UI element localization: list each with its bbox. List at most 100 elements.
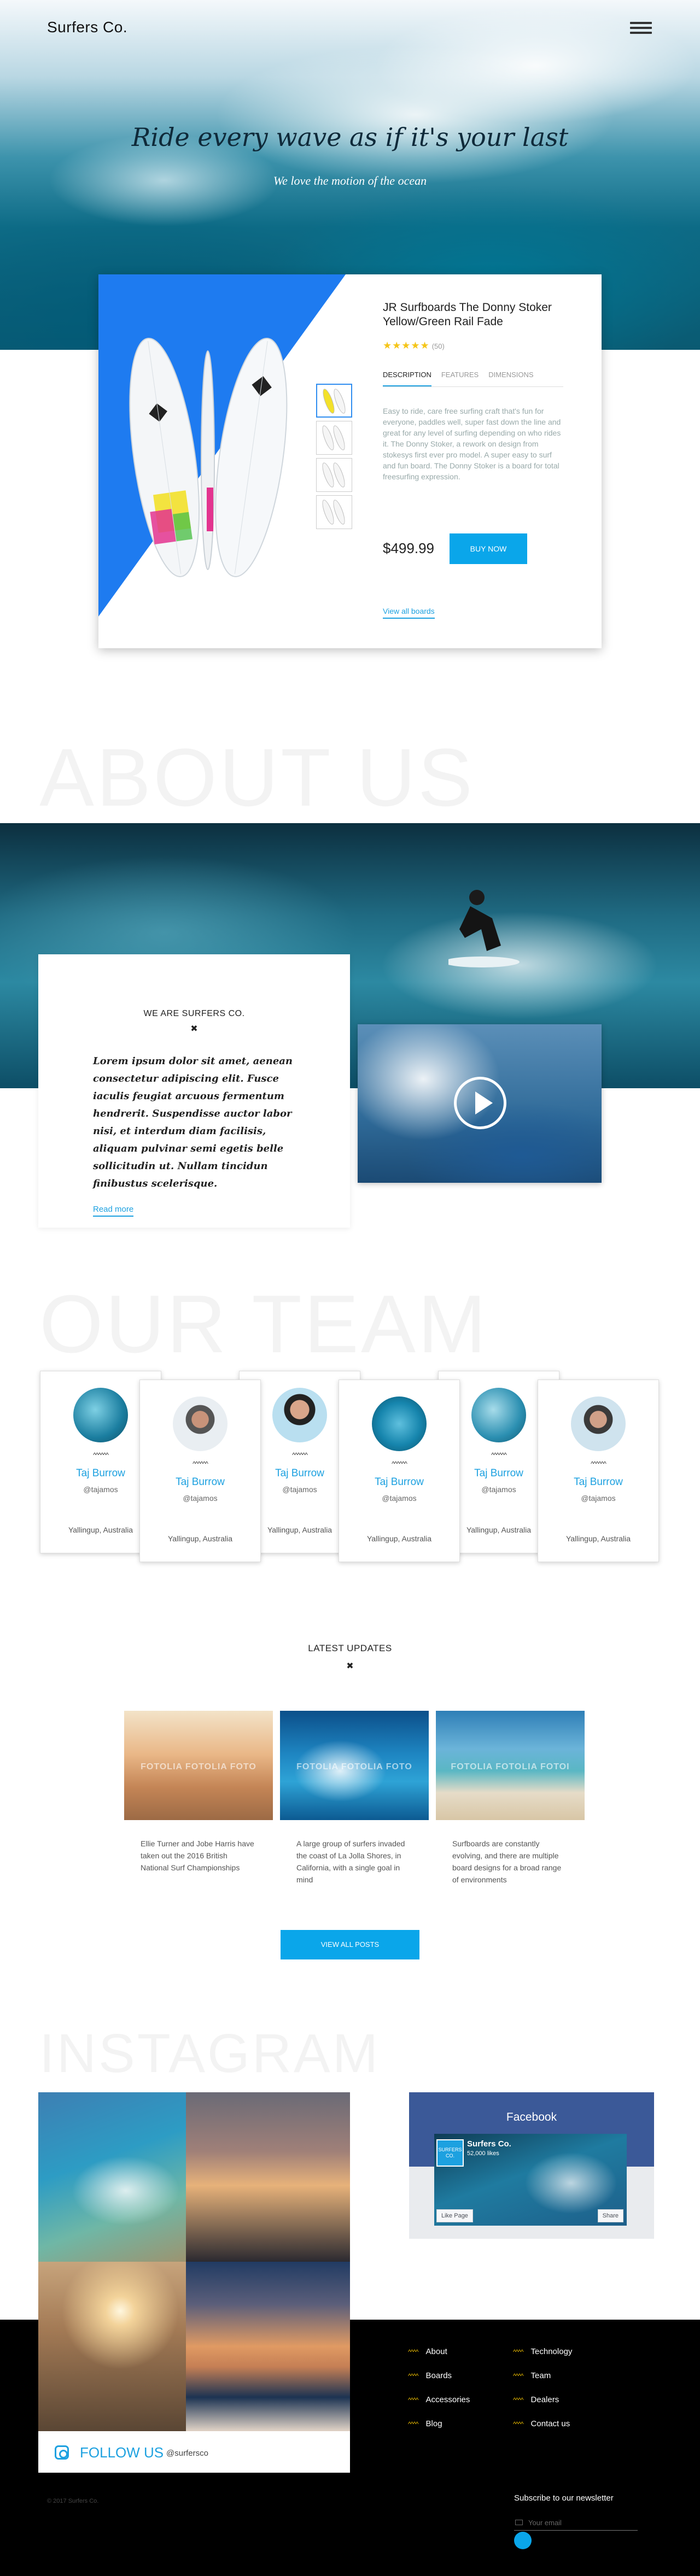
hamburger-icon[interactable]: [630, 22, 652, 36]
about-label: WE ARE SURFERS CO.: [143, 1009, 245, 1018]
wave-icon: ^^^^^^: [192, 1460, 208, 1468]
team-card[interactable]: ^^^^^^ Taj Burrow @tajamos Yallingup, Au…: [339, 1380, 460, 1562]
member-handle: @tajamos: [382, 1494, 417, 1503]
copyright: © 2017 Surfers Co.: [47, 2498, 99, 2504]
surfer-image: [448, 890, 520, 967]
updates-heading: LATEST UPDATES: [308, 1643, 392, 1653]
buy-now-button[interactable]: BUY NOW: [450, 533, 527, 564]
review-count: (50): [431, 342, 445, 350]
footer-link-dealers[interactable]: ^^^^ Dealers: [513, 2395, 559, 2404]
product-title: JR Surfboards The Donny Stoker Yellow/Gr…: [383, 301, 552, 328]
email-field[interactable]: [528, 2516, 632, 2528]
cross-icon: ✖: [346, 1662, 354, 1671]
rating-stars: ★★★★★ (50): [383, 340, 445, 351]
follow-us-link[interactable]: FOLLOW US: [80, 2444, 164, 2461]
thumbnail-3[interactable]: [316, 458, 352, 492]
thumbnail-4[interactable]: [316, 495, 352, 529]
zigzag-icon: ^^^^: [513, 2420, 524, 2428]
member-location: Yallingup, Australia: [167, 1534, 233, 1543]
hero-subtitle: We love the motion of the ocean: [273, 174, 427, 187]
team-card[interactable]: ^^^^^^ Taj Burrow @tajamos Yallingup, Au…: [538, 1380, 659, 1562]
product-price: $499.99: [383, 540, 434, 556]
post-image[interactable]: FOTOLIA FOTOLIA FOTO: [124, 1711, 273, 1820]
zigzag-icon: ^^^^: [513, 2348, 524, 2356]
watermark: FOTOLIA FOTOLIA FOTO: [296, 1762, 412, 1771]
zigzag-icon: ^^^^: [513, 2396, 524, 2404]
instagram-grid: [38, 2092, 350, 2431]
facebook-page-preview[interactable]: SURFERS CO. Surfers Co. 52,000 likes Lik…: [434, 2134, 627, 2226]
thumbnail-2[interactable]: [316, 421, 352, 455]
post-excerpt: Ellie Turner and Jobe Harris have taken …: [141, 1839, 254, 1872]
follow-us-bar: FOLLOW US @surfersco: [38, 2431, 350, 2473]
view-all-boards-link[interactable]: View all boards: [383, 607, 435, 619]
tab-features[interactable]: FEATURES: [441, 371, 479, 386]
instagram-heading: INSTAGRAM: [39, 2023, 381, 2084]
footer-link-label: Blog: [425, 2419, 442, 2428]
about-card: WE ARE SURFERS CO. ✖ Lorem ipsum dolor s…: [38, 954, 350, 1228]
instagram-photo[interactable]: [38, 2262, 186, 2431]
like-page-button[interactable]: Like Page: [436, 2209, 473, 2222]
product-tabs: DESCRIPTION FEATURES DIMENSIONS: [383, 371, 563, 387]
team-card[interactable]: ^^^^^^ Taj Burrow @tajamos Yallingup, Au…: [139, 1380, 261, 1562]
video-player[interactable]: [358, 1024, 602, 1183]
footer-link-team[interactable]: ^^^^ Team: [513, 2371, 551, 2380]
footer-link-about[interactable]: ^^^^ About: [408, 2347, 447, 2356]
brand-logo[interactable]: Surfers Co.: [47, 19, 127, 36]
footer-link-label: Dealers: [530, 2395, 559, 2404]
facebook-likes: 52,000 likes: [467, 2150, 499, 2157]
view-all-posts-button[interactable]: VIEW ALL POSTS: [281, 1930, 419, 1959]
tab-description[interactable]: DESCRIPTION: [383, 371, 431, 386]
post-image[interactable]: FOTOLIA FOTOLIA FOTO: [280, 1711, 429, 1820]
subscribe-button[interactable]: [514, 2532, 532, 2549]
member-handle: @tajamos: [183, 1494, 218, 1503]
newsletter-field: [514, 2515, 638, 2531]
tab-dimensions[interactable]: DIMENSIONS: [488, 371, 533, 386]
zigzag-icon: ^^^^: [408, 2420, 419, 2428]
member-location: Yallingup, Australia: [366, 1534, 432, 1543]
share-button[interactable]: Share: [597, 2209, 623, 2222]
footer-link-label: Team: [530, 2371, 551, 2380]
newsletter-title: Subscribe to our newsletter: [514, 2493, 614, 2503]
facebook-title: Facebook: [506, 2111, 557, 2123]
about-text: Lorem ipsum dolor sit amet, aenean conse…: [93, 1055, 293, 1189]
instagram-photo[interactable]: [186, 2092, 350, 2262]
wave-icon: ^^^^^^: [591, 1460, 606, 1468]
surfboards-image[interactable]: [126, 329, 312, 586]
footer-link-boards[interactable]: ^^^^ Boards: [408, 2371, 452, 2380]
thumbnail-1[interactable]: [316, 384, 352, 418]
product-card: JR Surfboards The Donny Stoker Yellow/Gr…: [98, 274, 602, 648]
post-image[interactable]: FOTOLIA FOTOLIA FOTOI: [436, 1711, 585, 1820]
avatar: [372, 1396, 427, 1451]
about-heading: ABOUT US: [39, 731, 475, 823]
watermark: FOTOLIA FOTOLIA FOTOI: [451, 1762, 570, 1771]
footer-link-blog[interactable]: ^^^^ Blog: [408, 2419, 442, 2428]
play-icon[interactable]: [454, 1077, 506, 1129]
footer-link-contact[interactable]: ^^^^ Contact us: [513, 2419, 570, 2428]
instagram-icon[interactable]: [55, 2445, 69, 2460]
member-name: Taj Burrow: [574, 1476, 623, 1488]
read-more-link[interactable]: Read more: [93, 1205, 134, 1217]
facebook-page-logo: SURFERS CO.: [436, 2139, 464, 2167]
footer-link-accessories[interactable]: ^^^^ Accessories: [408, 2395, 470, 2404]
avatar: [471, 1388, 526, 1442]
post-card[interactable]: FOTOLIA FOTOLIA FOTOI Surfboards are con…: [436, 1711, 585, 1886]
member-handle: @tajamos: [581, 1494, 616, 1503]
facebook-page-name[interactable]: Surfers Co.: [467, 2139, 511, 2149]
member-name: Taj Burrow: [176, 1476, 225, 1488]
avatar: [571, 1396, 626, 1451]
avatar: [173, 1396, 228, 1451]
zigzag-icon: ^^^^: [408, 2396, 419, 2404]
watermark: FOTOLIA FOTOLIA FOTO: [141, 1762, 256, 1771]
footer-link-technology[interactable]: ^^^^ Technology: [513, 2347, 572, 2356]
instagram-handle: @surfersco: [166, 2449, 208, 2458]
footer-link-label: Boards: [425, 2371, 452, 2380]
post-card[interactable]: FOTOLIA FOTOLIA FOTO Ellie Turner and Jo…: [124, 1711, 273, 1874]
footer-link-label: About: [425, 2347, 447, 2356]
footer-link-label: Accessories: [425, 2395, 470, 2404]
instagram-photo[interactable]: [186, 2262, 350, 2431]
product-description: Easy to ride, care free surfing craft th…: [383, 407, 561, 481]
footer-link-label: Contact us: [530, 2419, 570, 2428]
post-card[interactable]: FOTOLIA FOTOLIA FOTO A large group of su…: [280, 1711, 429, 1886]
instagram-photo[interactable]: [38, 2092, 186, 2262]
footer-link-label: Technology: [530, 2347, 573, 2356]
